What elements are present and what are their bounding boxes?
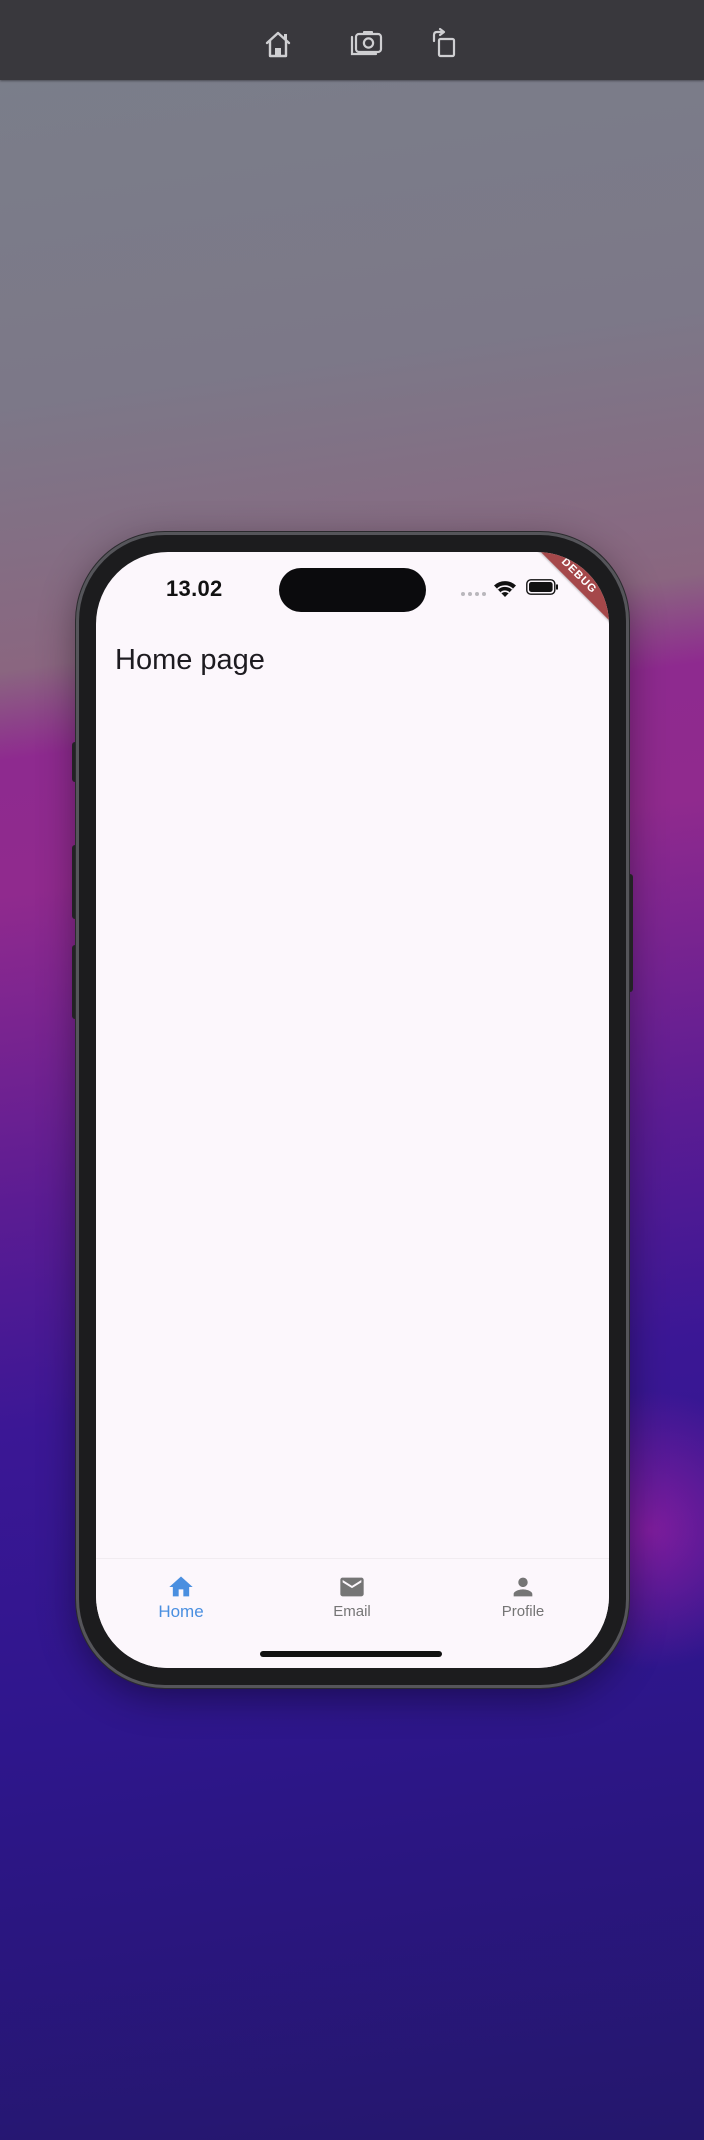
page-title: Home page (115, 644, 265, 676)
signal-icon (461, 592, 486, 596)
dynamic-island (279, 568, 426, 612)
nav-item-label: Profile (501, 1603, 545, 1620)
screenshot-icon (350, 31, 383, 56)
simulator-toolbar (0, 0, 704, 80)
nav-item-label: Email (333, 1603, 371, 1620)
status-time: 13.02 (166, 576, 223, 601)
home-indicator[interactable] (260, 1651, 442, 1657)
rotate-icon (432, 27, 456, 58)
simulator-background: 13.02 DEBUG Home page Home Email Profile (0, 0, 704, 2140)
nav-item-profile[interactable]: Profile (463, 1573, 583, 1620)
volume-down-button[interactable] (72, 945, 79, 1019)
simulator-rotate-button[interactable] (425, 24, 465, 64)
home-icon (169, 1576, 193, 1597)
nav-item-email[interactable]: Email (292, 1573, 412, 1620)
volume-up-button[interactable] (72, 845, 79, 919)
home-icon (265, 31, 291, 58)
wifi-icon (494, 581, 516, 597)
battery-icon (526, 579, 558, 595)
nav-item-label: Home (158, 1602, 204, 1621)
phone-screen: 13.02 DEBUG Home page Home Email Profile (96, 552, 609, 1668)
email-icon (340, 1577, 364, 1597)
simulator-home-button[interactable] (258, 24, 298, 64)
power-button[interactable] (626, 874, 633, 992)
profile-icon (513, 1577, 533, 1597)
simulator-screenshot-button[interactable] (346, 24, 386, 64)
action-button[interactable] (72, 742, 79, 782)
nav-item-home[interactable]: Home (121, 1573, 241, 1622)
